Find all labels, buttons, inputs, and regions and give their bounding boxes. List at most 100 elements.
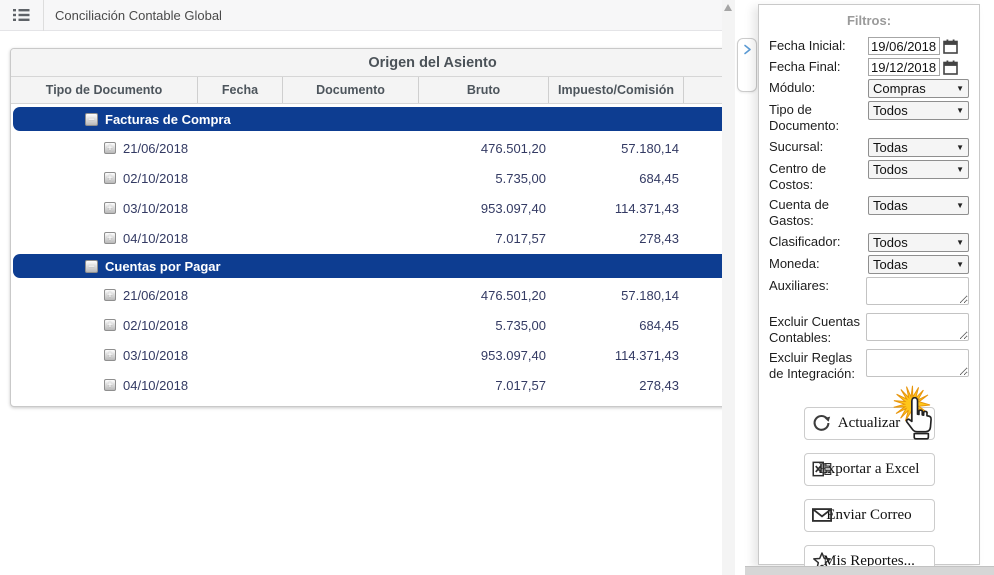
panel-buttons: Actualizar Exportar a Excel Enviar Corre… — [769, 407, 969, 575]
field-tipo-documento: Tipo de Documento: Todos ▼ — [769, 101, 969, 135]
auxiliares-textarea[interactable] — [866, 277, 969, 305]
sucursal-select[interactable]: Todas ▼ — [868, 138, 969, 157]
excluir-cuentas-textarea[interactable] — [866, 313, 969, 341]
excluir-reglas-textarea[interactable] — [866, 349, 969, 377]
select-value: Todos — [873, 235, 908, 250]
select-value: Compras — [873, 81, 926, 96]
row-bruto: 476.501,20 — [420, 133, 550, 163]
col-bruto[interactable]: Bruto — [419, 77, 549, 103]
dropdown-arrow-icon: ▼ — [956, 106, 964, 115]
collapse-minus-icon[interactable]: − — [85, 113, 98, 126]
table-row: +04/10/2018 7.017,57 278,43 — [11, 223, 722, 253]
row-bruto: 5.735,00 — [420, 163, 550, 193]
row-bruto: 7.017,57 — [420, 370, 550, 400]
select-value: Todas — [873, 257, 908, 272]
table-row: +21/06/2018 476.501,20 57.180,14 — [11, 133, 722, 163]
field-fecha-inicial: Fecha Inicial: — [769, 37, 969, 55]
expand-plus-icon[interactable]: + — [104, 172, 116, 184]
field-clasificador: Clasificador: Todos ▼ — [769, 233, 969, 252]
calendar-icon[interactable] — [943, 60, 958, 75]
field-label: Fecha Final: — [769, 58, 868, 75]
select-value: Todos — [873, 103, 908, 118]
field-label: Moneda: — [769, 255, 868, 272]
expand-plus-icon[interactable]: + — [104, 202, 116, 214]
row-impuesto: 278,43 — [550, 370, 685, 400]
row-date: 21/06/2018 — [123, 288, 188, 303]
content-scrollbar[interactable] — [722, 0, 735, 575]
cuenta-gastos-select[interactable]: Todas ▼ — [868, 196, 969, 215]
group-label: Facturas de Compra — [105, 112, 231, 127]
menu-list-icon[interactable] — [0, 0, 44, 31]
table-title: Origen del Asiento — [11, 49, 722, 77]
field-moneda: Moneda: Todas ▼ — [769, 255, 969, 274]
col-tipo-documento[interactable]: Tipo de Documento — [11, 77, 198, 103]
row-impuesto: 278,43 — [550, 223, 685, 253]
tipo-documento-select[interactable]: Todos ▼ — [868, 101, 969, 120]
origen-asiento-table: Origen del Asiento Tipo de Documento Fec… — [10, 48, 722, 407]
fecha-final-input[interactable] — [868, 58, 940, 76]
table-row: +04/10/2018 7.017,57 278,43 — [11, 370, 722, 400]
expand-plus-icon[interactable]: + — [104, 379, 116, 391]
top-bar: Conciliación Contable Global — [0, 0, 722, 31]
table-row: +03/10/2018 953.097,40 114.371,43 — [11, 193, 722, 223]
collapse-minus-icon[interactable]: − — [85, 260, 98, 273]
group-header-cuentas-por-pagar[interactable]: − Cuentas por Pagar — [13, 254, 722, 278]
mail-icon — [812, 507, 832, 523]
expand-plus-icon[interactable]: + — [104, 142, 116, 154]
scroll-up-arrow-icon[interactable] — [724, 4, 732, 11]
row-date: 02/10/2018 — [123, 171, 188, 186]
row-bruto: 953.097,40 — [420, 193, 550, 223]
dropdown-arrow-icon: ▼ — [956, 201, 964, 210]
field-label: Sucursal: — [769, 138, 868, 155]
group-header-facturas-compra[interactable]: − Facturas de Compra — [13, 107, 722, 131]
centro-costos-select[interactable]: Todos ▼ — [868, 160, 969, 179]
report-content-area: Conciliación Contable Global Origen del … — [0, 0, 722, 575]
field-label: Excluir Cuentas Contables: — [769, 313, 866, 347]
field-cuenta-gastos: Cuenta de Gastos: Todas ▼ — [769, 196, 969, 230]
row-date: 21/06/2018 — [123, 141, 188, 156]
exportar-excel-button[interactable]: Exportar a Excel — [804, 453, 935, 486]
field-sucursal: Sucursal: Todas ▼ — [769, 138, 969, 157]
expand-plus-icon[interactable]: + — [104, 319, 116, 331]
actualizar-button[interactable]: Actualizar — [804, 407, 935, 440]
filter-panel-collapse-tab[interactable] — [737, 38, 757, 92]
row-impuesto: 57.180,14 — [550, 133, 685, 163]
app-window: Conciliación Contable Global Origen del … — [0, 0, 994, 575]
field-fecha-final: Fecha Final: — [769, 58, 969, 76]
row-impuesto: 684,45 — [550, 163, 685, 193]
field-label: Clasificador: — [769, 233, 868, 250]
table-body: − Facturas de Compra +21/06/2018 476.501… — [11, 104, 722, 400]
row-impuesto: 57.180,14 — [550, 280, 685, 310]
col-impuesto-comision[interactable]: Impuesto/Comisión — [549, 77, 684, 103]
button-label: Enviar Correo — [826, 507, 911, 524]
calendar-icon[interactable] — [943, 39, 958, 54]
expand-plus-icon[interactable]: + — [104, 289, 116, 301]
select-value: Todos — [873, 162, 908, 177]
field-label: Excluir Reglas de Integración: — [769, 349, 866, 383]
dropdown-arrow-icon: ▼ — [956, 260, 964, 269]
button-label: Actualizar — [838, 415, 900, 432]
dropdown-arrow-icon: ▼ — [956, 238, 964, 247]
field-modulo: Módulo: Compras ▼ — [769, 79, 969, 98]
fecha-inicial-input[interactable] — [868, 37, 940, 55]
table-column-headers: Tipo de Documento Fecha Documento Bruto … — [11, 77, 722, 104]
row-date: 02/10/2018 — [123, 318, 188, 333]
moneda-select[interactable]: Todas ▼ — [868, 255, 969, 274]
dropdown-arrow-icon: ▼ — [956, 165, 964, 174]
field-centro-costos: Centro de Costos: Todos ▼ — [769, 160, 969, 194]
col-documento[interactable]: Documento — [283, 77, 419, 103]
modulo-select[interactable]: Compras ▼ — [868, 79, 969, 98]
expand-plus-icon[interactable]: + — [104, 232, 116, 244]
row-date: 04/10/2018 — [123, 231, 188, 246]
group-label: Cuentas por Pagar — [105, 259, 221, 274]
enviar-correo-button[interactable]: Enviar Correo — [804, 499, 935, 532]
col-fecha[interactable]: Fecha — [198, 77, 283, 103]
field-label: Cuenta de Gastos: — [769, 196, 868, 230]
panel-bottom-scroll-strip[interactable] — [745, 566, 994, 575]
field-label: Auxiliares: — [769, 277, 866, 294]
field-label: Centro de Costos: — [769, 160, 868, 194]
clasificador-select[interactable]: Todos ▼ — [868, 233, 969, 252]
field-label: Fecha Inicial: — [769, 37, 868, 54]
row-bruto: 476.501,20 — [420, 280, 550, 310]
expand-plus-icon[interactable]: + — [104, 349, 116, 361]
